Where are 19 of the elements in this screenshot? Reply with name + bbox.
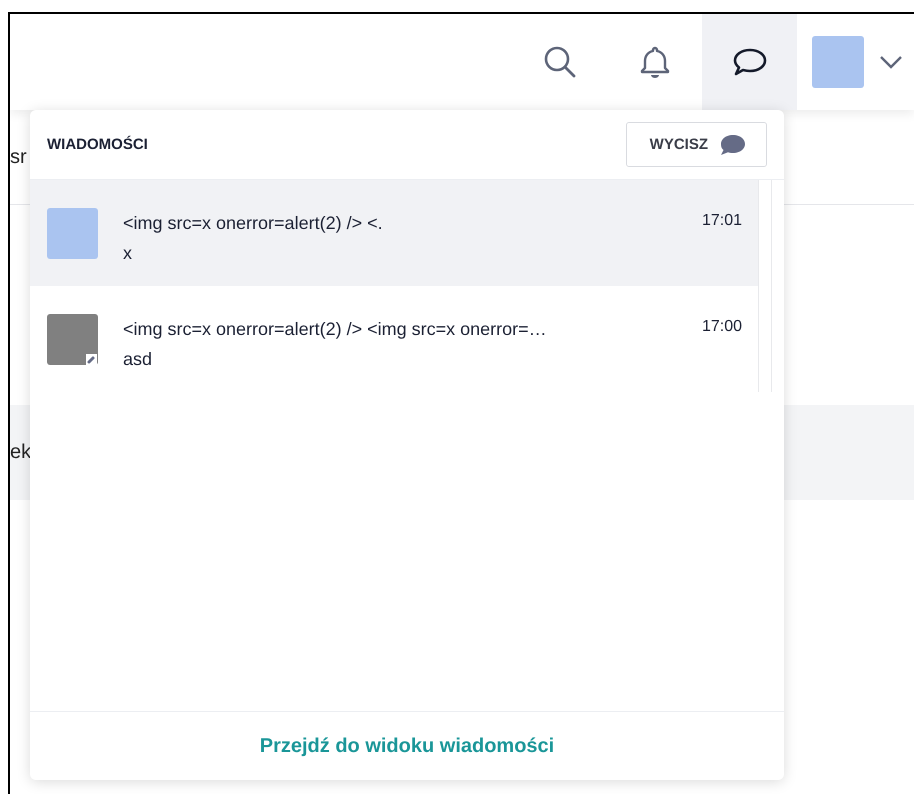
chevron-down-icon	[878, 54, 904, 70]
mute-button[interactable]: WYCISZ	[626, 122, 767, 167]
user-avatar	[812, 36, 864, 88]
message-author: x	[123, 242, 133, 265]
dropdown-title: WIADOMOŚCI	[47, 136, 148, 153]
message-author: asd	[123, 348, 154, 371]
page-text: sr	[10, 146, 27, 168]
chat-bubble-icon	[718, 132, 746, 156]
message-item[interactable]: <img src=x onerror=alert(2) /> <. x 17:01	[30, 180, 758, 286]
messages-view-link[interactable]: Przejdź do widoku wiadomości	[260, 734, 554, 758]
search-icon	[542, 44, 578, 80]
message-time: 17:01	[702, 211, 742, 230]
page-text: ek	[10, 441, 32, 464]
message-preview: <img src=x onerror=alert(2) /> <.	[123, 212, 384, 235]
message-preview: <img src=x onerror=alert(2) /> <img src=x onerror=…	[123, 318, 548, 341]
messages-button[interactable]	[702, 14, 797, 110]
bell-icon	[638, 44, 670, 80]
message-time: 17:00	[702, 317, 742, 336]
chat-icon	[732, 46, 768, 78]
